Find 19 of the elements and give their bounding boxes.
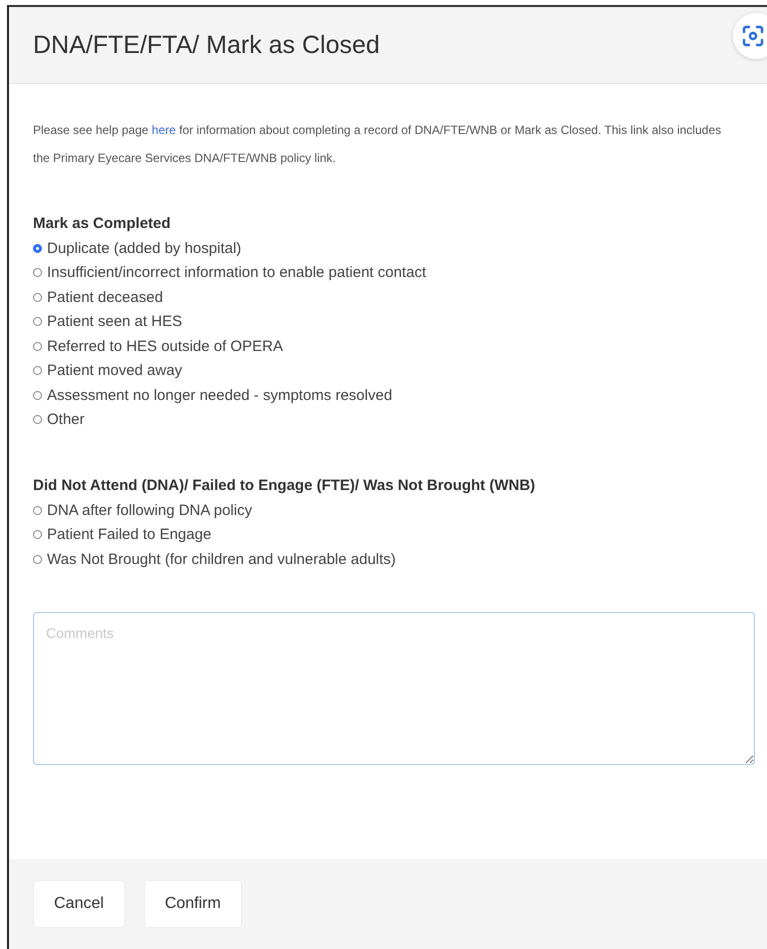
radio-option[interactable]: Patient seen at HES: [33, 310, 755, 334]
help-text: Please see help page here for information about completing a record of DNA/FTE/WNB or Mark as Closed. This link also includes the Primary Eyecare Services DNA/FTE/WNB policy link.: [33, 122, 722, 167]
radio-option[interactable]: Patient moved away: [33, 358, 755, 383]
confirm-button[interactable]: Confirm: [144, 880, 242, 928]
dialog-title: DNA/FTE/FTA/ Mark as Closed: [33, 30, 380, 60]
radio-option[interactable]: Patient Failed to Engage: [33, 522, 755, 547]
radio-option[interactable]: Assessment no longer needed - symptoms resolved: [33, 383, 755, 408]
radio-option[interactable]: Was Not Brought (for children and vulnerable adults): [33, 547, 755, 572]
radio-option[interactable]: Duplicate (added by hospital): [33, 236, 755, 260]
radio-option[interactable]: Other: [33, 408, 755, 432]
radio-option[interactable]: Referred to HES outside of OPERA: [33, 334, 755, 358]
radio-option[interactable]: Patient deceased: [33, 285, 755, 310]
section-heading: Did Not Attend (DNA)/ Failed to Engage (FTE)/ Was Not Brought (WNB): [33, 476, 536, 496]
scan-icon: [741, 24, 765, 48]
section-heading: Mark as Completed: [33, 214, 172, 234]
radio-option[interactable]: DNA after following DNA policy: [33, 498, 755, 522]
radio-option[interactable]: Insufficient/incorrect information to enable patient contact: [33, 260, 755, 285]
help-link[interactable]: here: [152, 123, 176, 137]
cancel-button[interactable]: Cancel: [33, 880, 125, 928]
